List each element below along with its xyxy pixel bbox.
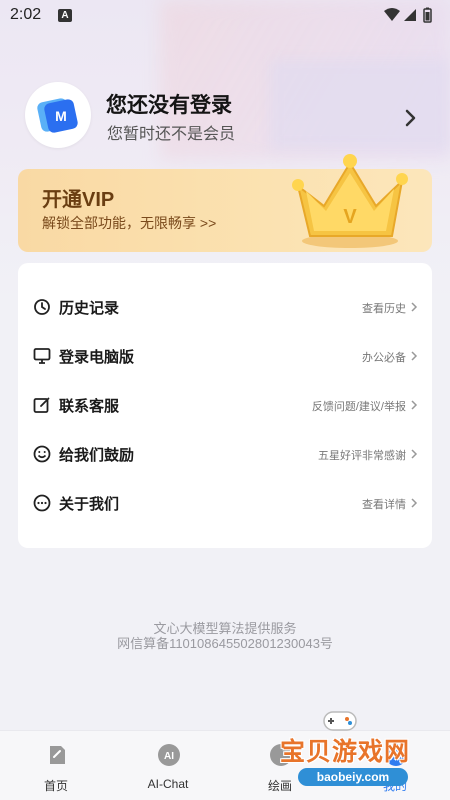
monitor-icon <box>33 348 51 364</box>
chevron-right-icon <box>411 400 418 410</box>
tab-label: AI-Chat <box>147 777 189 791</box>
crown-badge-letter: V <box>343 206 357 228</box>
header-decoration-2 <box>270 60 450 150</box>
menu-item-label: 关于我们 <box>59 496 120 513</box>
menu-item-hint: 查看历史 <box>362 303 406 315</box>
chevron-right-icon <box>411 498 418 508</box>
svg-text:M: M <box>55 108 67 124</box>
menu-item-customer-service[interactable]: 联系客服 反馈问题/建议/举报 <box>18 385 432 425</box>
watermark-title: 宝贝游戏网 <box>280 738 411 766</box>
avatar[interactable]: M <box>25 82 91 148</box>
gamepad-icon <box>323 711 357 731</box>
status-icons <box>382 6 442 24</box>
menu-item-hint: 反馈问题/建议/举报 <box>311 401 406 413</box>
vip-title: 开通VIP <box>42 189 115 211</box>
notification-badge: A <box>58 9 72 22</box>
status-time: 2:02 <box>10 6 42 23</box>
home-icon <box>50 746 65 764</box>
edit-icon <box>33 397 50 413</box>
membership-status: 您暂时还不是会员 <box>107 126 236 143</box>
watermark: 宝贝游戏网 baobeiy.com <box>272 706 450 800</box>
menu-card: 历史记录 查看历史 登录电脑版 办公必备 联系客服 反馈问题/建议/举报 给我们… <box>18 263 432 548</box>
signal-icon <box>404 9 416 21</box>
profile-arrow-icon[interactable] <box>402 108 420 128</box>
chevron-right-icon <box>411 302 418 312</box>
app-logo-icon: M <box>37 98 78 133</box>
menu-item-history[interactable]: 历史记录 查看历史 <box>18 287 432 327</box>
more-icon <box>33 494 51 512</box>
menu-item-desktop-login[interactable]: 登录电脑版 办公必备 <box>18 336 432 376</box>
chevron-right-icon <box>411 449 418 459</box>
vip-banner[interactable]: 开通VIP 解锁全部功能，无限畅享 >> V <box>18 154 432 252</box>
filing-number: 网信算备110108645502801230043号 <box>117 636 333 651</box>
tab-home[interactable]: 首页 <box>1 731 111 800</box>
crown-icon: V <box>292 154 408 248</box>
menu-item-hint: 五星好评非常感谢 <box>318 450 406 462</box>
menu-item-hint: 查看详情 <box>362 499 406 511</box>
chevron-right-icon <box>411 351 418 361</box>
smile-icon <box>33 445 51 463</box>
ai-badge: AI <box>164 751 174 762</box>
tab-ai-chat[interactable]: AI AI-Chat <box>113 731 223 800</box>
history-icon <box>34 299 50 315</box>
battery-icon <box>423 7 432 23</box>
status-bar: 2:02 A <box>0 0 450 32</box>
menu-item-label: 登录电脑版 <box>59 349 135 366</box>
vip-subtitle: 解锁全部功能，无限畅享 >> <box>42 215 217 231</box>
login-prompt-title[interactable]: 您还没有登录 <box>106 89 232 119</box>
watermark-url: baobeiy.com <box>298 768 408 786</box>
tab-label: 首页 <box>43 779 68 793</box>
wifi-icon <box>384 8 400 21</box>
menu-item-hint: 办公必备 <box>362 352 406 364</box>
menu-item-about[interactable]: 关于我们 查看详情 <box>18 483 432 523</box>
menu-item-label: 历史记录 <box>59 300 120 317</box>
menu-item-label: 联系客服 <box>59 398 120 415</box>
ai-chat-icon: AI <box>158 744 180 766</box>
menu-item-label: 给我们鼓励 <box>59 447 135 464</box>
menu-item-encourage[interactable]: 给我们鼓励 五星好评非常感谢 <box>18 434 432 474</box>
